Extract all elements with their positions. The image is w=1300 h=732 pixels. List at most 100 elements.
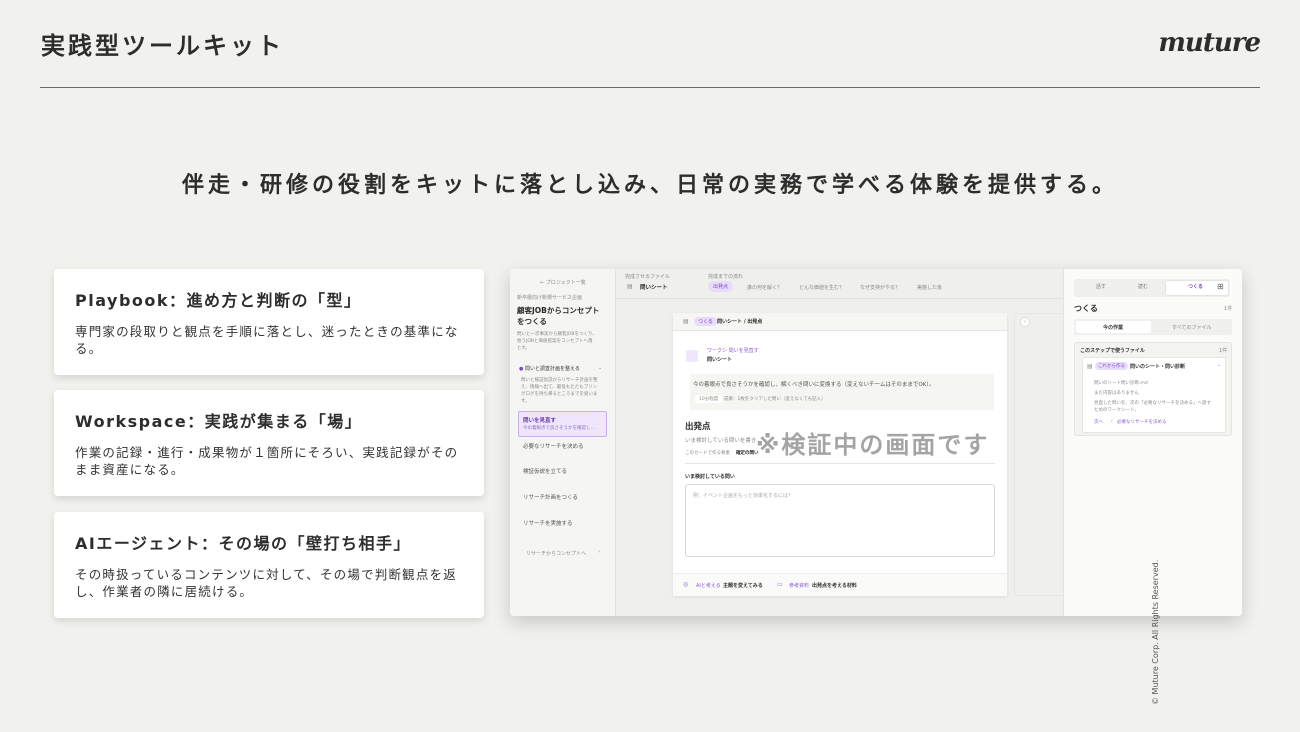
layout-icon[interactable]: ⊞ xyxy=(1217,282,1224,291)
file-label: 完成させるファイル xyxy=(625,274,671,280)
feature-card-playbook: Playbook：進め方と判断の「型」 専門家の段取りと観点を手順に落とし、迷っ… xyxy=(54,269,484,375)
project-desc: 問いと一次事実から顧客JOBをつくり、 xyxy=(517,332,597,337)
doc-header: ▤ つくる 問いシート / 出発点 xyxy=(673,313,1007,331)
step-files: このステップで使うファイル 1件 ▤ これから作る 問いのシート・問い診断 ⌄ … xyxy=(1074,342,1232,436)
section-desc: いま検討している問いを書き xyxy=(685,438,757,444)
header-divider xyxy=(40,87,1260,88)
section-desc: え、情報へ出て、最低もたたもプリン xyxy=(521,385,598,390)
section-desc: す。 xyxy=(521,399,530,404)
doc-icon: ▤ xyxy=(683,318,689,325)
doc-tab[interactable]: つくる xyxy=(694,317,717,326)
file-icon: ▤ xyxy=(627,283,633,290)
project-desc: 拾うJOBと価値提案をコンセプトへ落 xyxy=(517,339,593,344)
ai-action[interactable]: 主題を変えてみる xyxy=(723,582,763,589)
copyright: © Muture Corp. All Rights Reserved. xyxy=(1150,559,1160,705)
file-path: 問いのシート問い診断.md xyxy=(1094,381,1148,386)
mock-sidebar: ← プロジェクト一覧 新卒層向け新規サービス企画 顧客JOBからコンセプト をつ… xyxy=(510,269,616,616)
chevron-right-icon[interactable]: › xyxy=(598,549,600,555)
card-title: AIエージェント：その場の「壁打ち相手」 xyxy=(75,534,412,553)
app-screenshot-mockup: ← プロジェクト一覧 新卒層向け新規サービス企画 顧客JOBからコンセプト をつ… xyxy=(510,269,1242,616)
panel-title: つくる xyxy=(1074,304,1098,313)
sidebar-item-review-question[interactable]: 問いを見直す xyxy=(523,416,556,424)
arrow-right-icon: › xyxy=(1111,419,1113,424)
scope-toggle: 今の作業 すべてのファイル xyxy=(1074,319,1232,335)
chevron-down-icon[interactable]: ⌄ xyxy=(1217,362,1221,368)
file-status: これから作る xyxy=(1095,362,1128,370)
section-desc: 問いと検証仮説からリサーチ計画を整 xyxy=(521,378,598,383)
next-label[interactable]: 次へ xyxy=(1094,419,1103,425)
field-label: いま検討している問い xyxy=(685,474,735,480)
worksheet-icon xyxy=(686,350,698,362)
panel-count: 1件 xyxy=(1224,306,1233,312)
flow-step-current[interactable]: 出発点 xyxy=(708,281,734,292)
flow-step[interactable]: なぜ支持がやる？ xyxy=(860,284,900,291)
sidebar-item[interactable]: リサーチ計画をつくる xyxy=(523,493,578,501)
file-desc: 見直した問いを、次の「必要なリサーチを決める」へ渡す xyxy=(1094,401,1211,406)
step-dot-icon: ● xyxy=(519,366,524,372)
ai-icon: ◎ xyxy=(683,581,689,588)
files-count: 1件 xyxy=(1219,348,1228,354)
doc-footer: ◎ AIと考える 主題を変えてみる ▭ 参考資料 出発点を考える材料 xyxy=(673,573,1007,596)
card-body: 専門家の段取りと観点を手順に落とし、迷ったときの基準になる。 xyxy=(75,324,459,356)
tab-read[interactable]: 読む xyxy=(1138,283,1148,290)
section-title[interactable]: 問いと調査計画を整える xyxy=(525,365,580,372)
flow-label: 完成までの流れ xyxy=(708,274,744,280)
file-name[interactable]: 問いシート xyxy=(640,283,668,291)
sidebar-item-active[interactable] xyxy=(518,411,607,437)
sidebar-item[interactable]: 必要なリサーチを決める xyxy=(523,442,584,450)
doc-title: 問いシート / 出発点 xyxy=(717,319,763,325)
seg-all[interactable]: すべてのファイル xyxy=(1172,324,1211,331)
card-title: Playbook：進め方と判断の「型」 xyxy=(75,291,362,310)
brand-logo: muture xyxy=(1158,28,1261,58)
card-body: その時扱っているコンテンツに対して、その場で判断観点を返し、作業者の隣に居続ける… xyxy=(75,567,457,599)
divider xyxy=(685,463,995,464)
book-icon: ▭ xyxy=(777,581,783,588)
file-icon: ▤ xyxy=(1087,363,1093,370)
sidebar-item[interactable]: 検証仮説を立てる xyxy=(523,467,567,475)
section-desc: グログを持ち帰るところまでを扱いま xyxy=(521,392,598,397)
question-box: 今の着眼点で良さそうかを確認し、解くべき問いに変換する（変えないチームはそのまま… xyxy=(690,374,994,410)
sidebar-item[interactable]: リサーチを実施する xyxy=(523,519,573,527)
flow-step[interactable]: どんな価値を生む？ xyxy=(799,284,844,291)
project-category: 新卒層向け新規サービス企画 xyxy=(517,295,583,301)
duration-chip: 10分程度 xyxy=(695,395,723,403)
flow-step[interactable]: 誰の何を解く？ xyxy=(747,284,782,291)
card-title: Workspace：実践が集まる「場」 xyxy=(75,412,363,431)
feature-card-workspace: Workspace：実践が集まる「場」 作業の記録・進行・成果物が１箇所にそろい… xyxy=(54,390,484,496)
file-name: 問いのシート・問い診断 xyxy=(1130,364,1186,370)
panel-tabs: 話す 読む つくる xyxy=(1074,279,1230,297)
doc-name: 問いシート xyxy=(707,357,733,363)
question-text: 今の着眼点で良さそうかを確認し、解くべき問いに変換する（変えないチームはそのまま… xyxy=(693,382,935,388)
next-target[interactable]: 必要なリサーチを決める xyxy=(1117,419,1167,425)
seg-current[interactable]: 今の作業 xyxy=(1103,324,1123,331)
watermark-text: ※検証中の画面です xyxy=(756,431,990,459)
file-card[interactable]: ▤ これから作る 問いのシート・問い診断 ⌄ 問いのシート問い診断.md まだ内… xyxy=(1082,357,1226,433)
divider xyxy=(616,298,1063,299)
project-desc: とす。 xyxy=(517,346,530,351)
file-desc: ためのワークシート。 xyxy=(1094,408,1139,413)
headline: 伴走・研修の役割をキットに落とし込み、日常の実務で学べる体験を提供する。 xyxy=(181,173,1118,198)
file-empty: まだ内容はありません xyxy=(1094,391,1139,396)
tab-talk[interactable]: 話す xyxy=(1096,283,1106,290)
next-section-link[interactable]: リサーチからコンセプトへ xyxy=(526,550,586,557)
files-title: このステップで使うファイル xyxy=(1080,348,1145,354)
ai-tag[interactable]: AIと考える xyxy=(696,582,721,589)
tab-make[interactable]: つくる xyxy=(1188,283,1203,290)
project-title-2: をつくる xyxy=(517,317,547,326)
chevron-down-icon[interactable]: ⌄ xyxy=(598,365,602,371)
sidebar-item-sub: 今の着眼点で良さそうかを確認し… xyxy=(523,426,595,431)
flow-step[interactable]: 実施した後 xyxy=(917,284,942,291)
back-link[interactable]: ← プロジェクト一覧 xyxy=(540,279,586,286)
question-textarea[interactable]: 例：イベント企画をもっと効率化するには？ xyxy=(685,484,995,557)
section-title: 出発点 xyxy=(685,422,711,432)
textarea-placeholder: 例：イベント企画をもっと効率化するには？ xyxy=(693,493,794,499)
feature-card-ai-agent: AIエージェント：その場の「壁打ち相手」 その時扱っているコンテンツに対して、そ… xyxy=(54,512,484,618)
side-panel-edge xyxy=(1014,313,1063,596)
reference-tag[interactable]: 参考資料 xyxy=(789,582,809,589)
doc-tag: ワークシ 問いを見直す xyxy=(707,348,759,354)
reference-action[interactable]: 出発点を考える材料 xyxy=(812,582,857,589)
card-body: 作業の記録・進行・成果物が１箇所にそろい、実践記録がそのまま資産になる。 xyxy=(75,445,459,477)
project-title: 顧客JOBからコンセプト xyxy=(517,306,600,315)
card-note: このカードで作る要素 xyxy=(685,451,730,456)
page-title: 実践型ツールキット xyxy=(41,32,284,60)
